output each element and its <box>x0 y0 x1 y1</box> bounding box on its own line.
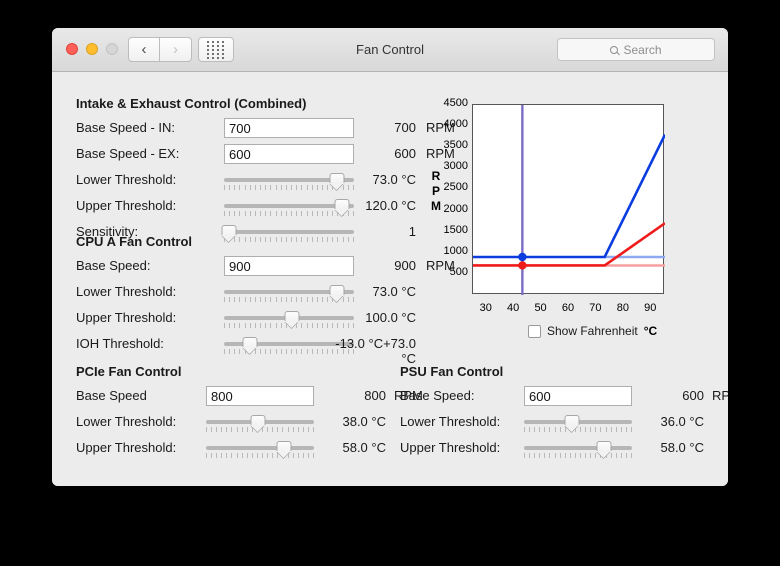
slider-tick-marks <box>524 453 632 458</box>
temperature-unit-label: °C <box>643 324 658 338</box>
preference-pane-body: Intake & Exhaust Control (Combined) Base … <box>52 72 728 486</box>
row-value: 900 <box>394 258 416 273</box>
section-cpu-a: CPU A Fan Control Base Speed: 900 900 RPM Low… <box>76 234 455 366</box>
row-value: 100.0 °C <box>365 310 416 325</box>
section-intake-exhaust: Intake & Exhaust Control (Combined) Base … <box>76 96 455 242</box>
row-value: 73.0 °C <box>372 172 416 187</box>
row-value: 58.0 °C <box>660 440 704 455</box>
row-unit: RPM <box>712 388 728 403</box>
slider-thumb[interactable] <box>221 225 237 242</box>
row-value: 36.0 °C <box>660 414 704 429</box>
row-label: Lower Threshold: <box>76 284 177 299</box>
window-toolbar: ‹ › Fan Control Search <box>52 28 728 72</box>
slider-tick-marks <box>206 453 314 458</box>
base-speed-input[interactable]: 800 <box>206 386 314 406</box>
chart-x-tick-label: 40 <box>507 302 520 314</box>
row-value: -13.0 °C+73.0 °C <box>335 336 416 366</box>
chart-x-tick-label: 70 <box>589 302 602 314</box>
row-value: 600 <box>394 146 416 161</box>
row-label: Upper Threshold: <box>76 440 177 455</box>
chart-x-tick-label: 90 <box>644 302 657 314</box>
section-title: PSU Fan Control <box>400 364 504 379</box>
row-value: 120.0 °C <box>365 198 416 213</box>
search-field[interactable]: Search <box>557 38 715 61</box>
row-value: 73.0 °C <box>372 284 416 299</box>
search-icon <box>610 45 619 54</box>
section-title: Intake & Exhaust Control (Combined) <box>76 96 307 111</box>
section-psu: PSU Fan Control Base Speed: 600 600 RPM Lower… <box>400 364 728 458</box>
slider-groove <box>524 446 632 450</box>
row-value: 700 <box>394 120 416 135</box>
fan-curve-chart: R P M 500 1000 1500 2000 2500 3000 3500 4000 4500 30… <box>424 97 686 358</box>
slider-track[interactable] <box>524 441 632 459</box>
row-label: Upper Threshold: <box>400 440 501 455</box>
row-label: Upper Threshold: <box>76 310 177 325</box>
chart-y-tick-label: 4000 <box>443 118 468 131</box>
row-value: 800 <box>364 388 386 403</box>
search-placeholder: Search <box>623 42 662 57</box>
slider-thumb[interactable] <box>596 441 612 458</box>
row-label: Lower Threshold: <box>76 172 177 187</box>
row-label: IOH Threshold: <box>76 336 164 351</box>
chart-x-tick-label: 30 <box>479 302 492 314</box>
row-value: 1 <box>408 224 416 239</box>
row-label: Lower Threshold: <box>400 414 501 429</box>
chart-x-tick-label: 80 <box>616 302 629 314</box>
show-fahrenheit-label: Show Fahrenheit <box>547 324 638 338</box>
fan-control-window: ‹ › Fan Control Search Intake & Exhaust … <box>52 28 728 486</box>
chart-y-tick-label: 2500 <box>443 181 468 194</box>
slider-track[interactable] <box>206 441 314 459</box>
chart-x-tick-label: 60 <box>561 302 575 314</box>
show-fahrenheit-checkbox[interactable] <box>528 324 541 338</box>
section-title: PCIe Fan Control <box>76 364 182 379</box>
slider-track[interactable] <box>206 415 314 433</box>
chart-y-tick-label: 1500 <box>443 223 468 236</box>
chart-y-tick-label: 4500 <box>443 97 468 109</box>
slider-thumb[interactable] <box>250 415 266 432</box>
slider-groove <box>206 446 314 450</box>
row-label: Upper Threshold: <box>76 198 177 213</box>
row-value: 600 <box>682 388 704 403</box>
slider-track[interactable] <box>524 415 632 433</box>
chart-curves <box>473 105 665 295</box>
slider-thumb[interactable] <box>276 441 292 458</box>
chart-y-tick-label: 2000 <box>443 202 468 215</box>
row-label: Lower Threshold: <box>76 414 177 429</box>
slider-thumb[interactable] <box>284 311 300 328</box>
chart-y-tick-label: 1000 <box>443 244 468 257</box>
chart-y-tick-label: 500 <box>449 265 468 278</box>
fahrenheit-row: Show Fahrenheit °C <box>528 324 657 338</box>
section-title: CPU A Fan Control <box>76 234 193 249</box>
row-label: Base Speed: <box>76 258 151 273</box>
slider-thumb[interactable] <box>564 415 580 432</box>
row-label: Base Speed - IN: <box>76 120 175 135</box>
base-speed-input[interactable]: 600 <box>524 386 632 406</box>
section-pcie: PCIe Fan Control Base Speed 800 800 RPM Lower… <box>76 364 423 458</box>
row-label: Base Speed <box>76 388 147 403</box>
row-value: 38.0 °C <box>342 414 386 429</box>
slider-thumb[interactable] <box>242 337 258 354</box>
chart-x-tick-label: 50 <box>534 302 547 314</box>
chart-y-tick-label: 3000 <box>443 160 468 173</box>
row-label: Base Speed - EX: <box>76 146 180 161</box>
chart-plot-area[interactable] <box>472 104 665 295</box>
row-label: Base Speed: <box>400 388 475 403</box>
row-value: 58.0 °C <box>342 440 386 455</box>
chart-y-tick-label: 3500 <box>443 139 468 152</box>
